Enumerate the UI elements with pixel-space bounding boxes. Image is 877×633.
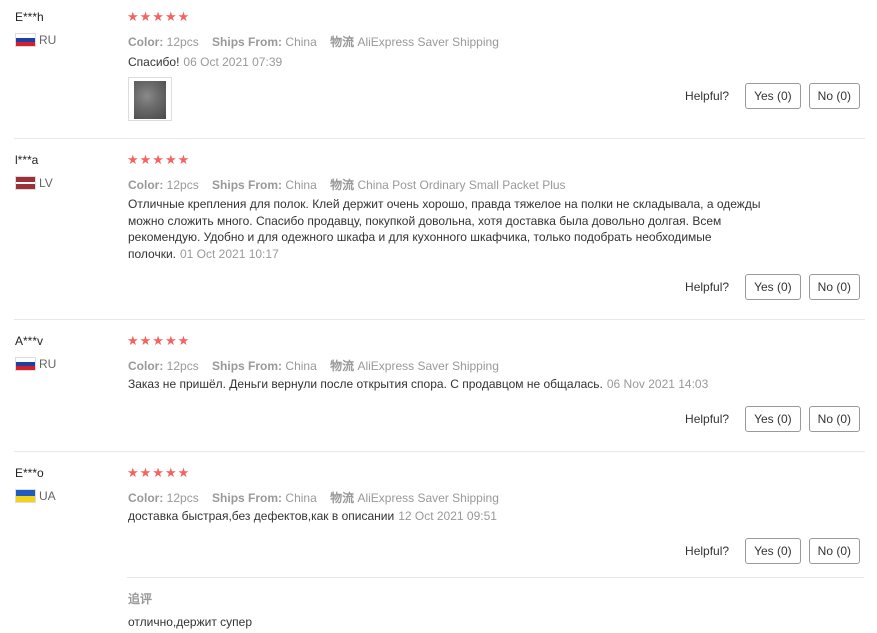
ships-from-value: China — [285, 35, 317, 49]
ukraine-flag-icon — [15, 489, 36, 503]
latvia-flag-icon — [15, 176, 36, 190]
helpful-no-button[interactable]: No (0) — [808, 538, 860, 564]
review-meta: Color: 12pcs Ships From: China 物流 AliExp… — [128, 357, 509, 374]
reviewer-name: E***o — [15, 466, 44, 480]
review-date: 06 Oct 2021 07:39 — [183, 55, 283, 69]
review-text: Спасибо! 06 Oct 2021 07:39 — [128, 54, 282, 71]
helpful-label: Helpful? — [685, 544, 730, 558]
helpful-no-button[interactable]: No (0) — [808, 274, 860, 300]
helpful-yes-button[interactable]: Yes (0) — [745, 274, 801, 300]
review-divider — [14, 451, 865, 452]
color-label: Color: — [128, 491, 164, 505]
review-body: доставка быстрая,без дефектов,как в опис… — [128, 509, 395, 523]
followup-text: отлично,держит супер — [128, 615, 252, 629]
helpful-controls: Helpful? Yes (0) No (0) — [685, 538, 860, 564]
color-label: Color: — [128, 35, 164, 49]
followup-title: 追评 — [128, 592, 153, 606]
reviewer-country: RU — [15, 357, 56, 371]
logistics-value: AliExpress Saver Shipping — [357, 35, 499, 49]
star-rating: ★★★★★ — [127, 333, 191, 348]
helpful-no-button[interactable]: No (0) — [808, 406, 860, 432]
review-body-line: полочки. — [128, 246, 176, 261]
review-date: 01 Oct 2021 10:17 — [180, 246, 279, 261]
star-rating: ★★★★★ — [127, 465, 191, 480]
review-text: доставка быстрая,без дефектов,как в опис… — [128, 508, 497, 525]
logistics-label: 物流 — [330, 359, 355, 373]
russia-flag-icon — [15, 357, 36, 371]
review-body: Спасибо! — [128, 55, 180, 69]
helpful-label: Helpful? — [685, 89, 730, 103]
color-label: Color: — [128, 178, 164, 192]
reviewer-country: UA — [15, 489, 56, 503]
country-code: RU — [39, 357, 57, 371]
review-date: 06 Nov 2021 14:03 — [606, 377, 709, 391]
logistics-value: AliExpress Saver Shipping — [357, 359, 499, 373]
country-code: UA — [39, 489, 56, 503]
star-rating: ★★★★★ — [127, 9, 191, 24]
color-value: 12pcs — [166, 35, 199, 49]
reviewer-name: A***v — [15, 334, 44, 348]
helpful-no-button[interactable]: No (0) — [808, 83, 860, 109]
logistics-value: China Post Ordinary Small Packet Plus — [357, 178, 566, 192]
ships-from-label: Ships From: — [212, 178, 283, 192]
reviewer-name: E***h — [15, 10, 44, 24]
review-meta: Color: 12pcs Ships From: China 物流 China … — [128, 176, 576, 193]
ships-from-label: Ships From: — [212, 359, 283, 373]
review-photo-thumbnail[interactable] — [128, 77, 172, 121]
ships-from-label: Ships From: — [212, 35, 283, 49]
review-meta: Color: 12pcs Ships From: China 物流 AliExp… — [128, 33, 509, 50]
helpful-controls: Helpful? Yes (0) No (0) — [685, 274, 860, 300]
color-value: 12pcs — [166, 359, 199, 373]
reviewer-country: RU — [15, 33, 56, 47]
helpful-yes-button[interactable]: Yes (0) — [745, 83, 801, 109]
review-text: Отличные крепления для полок. Клей держи… — [128, 196, 760, 262]
helpful-yes-button[interactable]: Yes (0) — [745, 538, 801, 564]
review-body-line: можно сложить много. Спасибо продавцу, п… — [128, 213, 722, 228]
review-divider — [14, 138, 865, 139]
review-body-line: Отличные крепления для полок. Клей держи… — [128, 197, 761, 211]
helpful-controls: Helpful? Yes (0) No (0) — [685, 406, 860, 432]
logistics-value: AliExpress Saver Shipping — [357, 491, 499, 505]
reviewer-name: l***a — [15, 153, 39, 167]
logistics-label: 物流 — [330, 491, 355, 505]
helpful-label: Helpful? — [685, 412, 730, 426]
ships-from-value: China — [285, 178, 317, 192]
ships-from-value: China — [285, 491, 317, 505]
review-date: 12 Oct 2021 09:51 — [398, 509, 497, 523]
followup-divider — [127, 577, 864, 578]
helpful-yes-button[interactable]: Yes (0) — [745, 406, 801, 432]
photo-image — [134, 81, 166, 119]
helpful-controls: Helpful? Yes (0) No (0) — [685, 83, 860, 109]
review-text: Заказ не пришёл. Деньги вернули после от… — [128, 376, 708, 393]
review-divider — [14, 319, 865, 320]
logistics-label: 物流 — [330, 178, 355, 192]
russia-flag-icon — [15, 33, 36, 47]
ships-from-label: Ships From: — [212, 491, 283, 505]
reviewer-country: LV — [15, 176, 53, 190]
ships-from-value: China — [285, 359, 317, 373]
helpful-label: Helpful? — [685, 280, 730, 294]
country-code: LV — [39, 176, 53, 190]
review-meta: Color: 12pcs Ships From: China 物流 AliExp… — [128, 489, 509, 506]
country-code: RU — [39, 33, 57, 47]
review-body-line: рекомендую. Удобно и для одежного шкафа … — [128, 230, 712, 244]
review-body: Заказ не пришёл. Деньги вернули после от… — [128, 377, 603, 391]
color-value: 12pcs — [166, 491, 199, 505]
color-label: Color: — [128, 359, 164, 373]
logistics-label: 物流 — [330, 35, 355, 49]
color-value: 12pcs — [166, 178, 199, 192]
star-rating: ★★★★★ — [127, 152, 191, 167]
